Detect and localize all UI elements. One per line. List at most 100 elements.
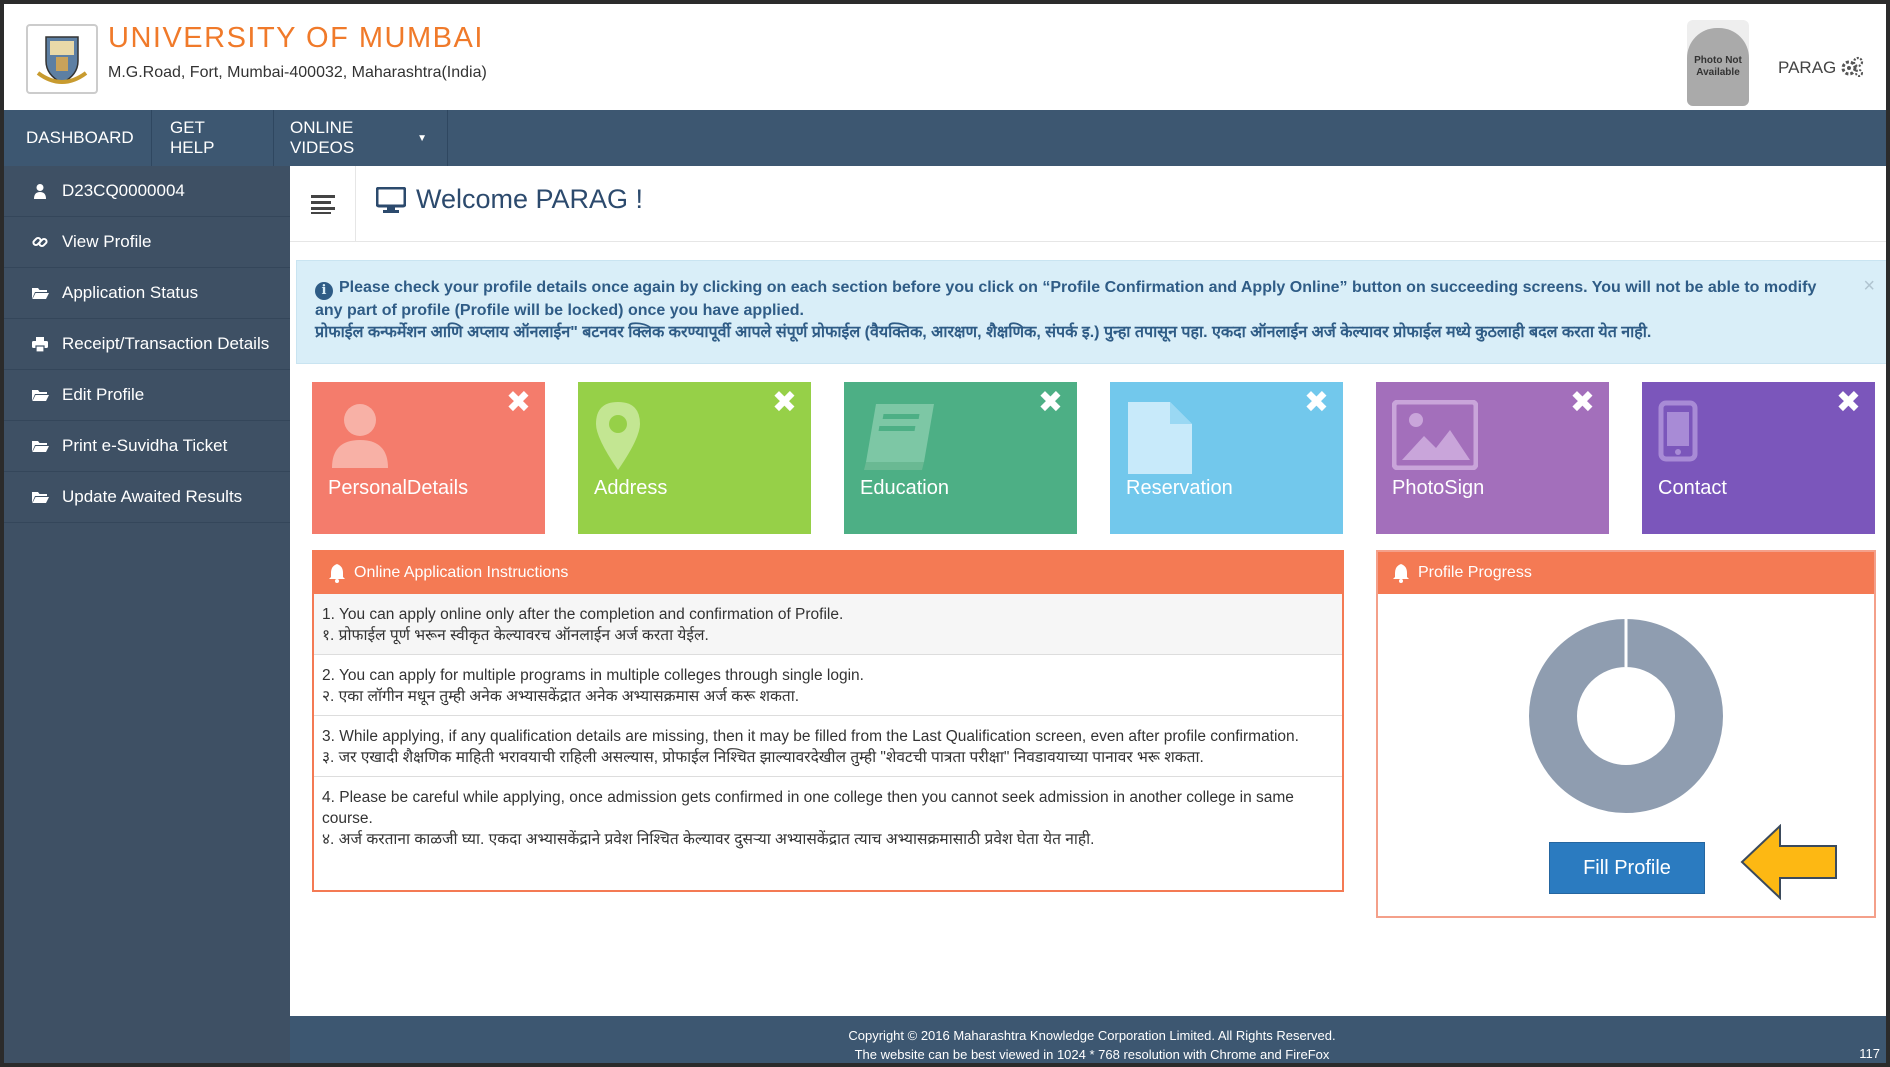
phone-icon — [1658, 400, 1698, 462]
header: UNIVERSITY OF MUMBAI M.G.Road, Fort, Mum… — [4, 4, 1886, 110]
sidebar-item-edit-profile[interactable]: Edit Profile — [4, 370, 290, 421]
folder-icon — [30, 437, 50, 455]
tile-label: PersonalDetails — [328, 477, 469, 499]
university-logo — [26, 24, 98, 94]
profile-check-alert: i Please check your profile details once … — [296, 260, 1886, 364]
footer-copyright: Copyright © 2016 Maharashtra Knowledge C… — [848, 1028, 1336, 1043]
instruction-marathi: ४. अर्ज करताना काळजी घ्या. एकदा अभ्यासके… — [322, 831, 1095, 848]
avatar[interactable]: Photo Not Available — [1687, 20, 1749, 106]
bell-icon — [329, 564, 345, 583]
page-title: Welcome PARAG ! — [376, 184, 643, 215]
nav-online-videos[interactable]: ONLINE VIDEOS ▼ — [274, 110, 448, 166]
profile-progress-title: Profile Progress — [1418, 564, 1532, 581]
folder-icon — [30, 488, 50, 506]
alert-marathi-text: प्रोफाईल कन्फर्मेशन आणि अप्लाय ऑनलाईन" ब… — [315, 323, 1652, 341]
instruction-english: 1. You can apply online only after the c… — [322, 606, 844, 623]
sidebar-item-label: Application Status — [62, 283, 199, 302]
top-navbar: DASHBOARD GET HELP ONLINE VIDEOS ▼ — [4, 110, 1886, 166]
tile-contact[interactable]: ✖ Contact — [1642, 382, 1875, 534]
sidebar-item-label: Update Awaited Results — [62, 487, 243, 506]
map-pin-icon — [596, 402, 640, 470]
sidebar-item-label: Print e-Suvidha Ticket — [62, 436, 228, 455]
book-icon — [864, 404, 934, 470]
page-number: 117 — [1859, 1046, 1880, 1061]
footer-browser-note: The website can be best viewed in 1024 *… — [854, 1047, 1330, 1062]
tile-photosign[interactable]: ✖ PhotoSign — [1376, 382, 1609, 534]
tile-personal-details[interactable]: ✖ PersonalDetails — [312, 382, 545, 534]
sidebar-item-print-esuvidha[interactable]: Print e-Suvidha Ticket — [4, 421, 290, 472]
alert-english-label: Please check your profile details once a… — [315, 279, 1817, 319]
welcome-text: Welcome PARAG ! — [416, 184, 644, 214]
instruction-english: 4. Please be careful while applying, onc… — [322, 789, 1294, 827]
sidebar-item-user-id[interactable]: D23CQ0000004 — [4, 166, 290, 217]
tile-close-icon[interactable]: ✖ — [772, 388, 797, 418]
sidebar: D23CQ0000004 View Profile Application St… — [4, 166, 290, 1063]
instruction-english: 2. You can apply for multiple programs i… — [322, 667, 864, 684]
gears-icon[interactable] — [1840, 56, 1864, 78]
list-item: 1. You can apply online only after the c… — [314, 594, 1342, 655]
instruction-marathi: १. प्रोफाईल पूर्ण भरून स्वीकृत केल्यावरच… — [322, 627, 709, 644]
tile-close-icon[interactable]: ✖ — [1836, 388, 1861, 418]
tile-label: Education — [860, 477, 949, 499]
info-icon: i — [315, 281, 333, 300]
profile-progress-donut — [1529, 619, 1723, 813]
sidebar-item-view-profile[interactable]: View Profile — [4, 217, 290, 268]
app-frame: UNIVERSITY OF MUMBAI M.G.Road, Fort, Mum… — [0, 0, 1890, 1067]
left-arrow-icon — [1740, 824, 1837, 900]
folder-icon — [30, 284, 50, 302]
nav-get-help[interactable]: GET HELP — [152, 110, 274, 166]
image-icon — [1392, 400, 1478, 470]
sidebar-item-label: D23CQ0000004 — [62, 181, 185, 200]
footer: Copyright © 2016 Maharashtra Knowledge C… — [290, 1016, 1886, 1063]
instructions-panel: Online Application Instructions 1. You c… — [312, 550, 1344, 892]
list-item: 4. Please be careful while applying, onc… — [314, 777, 1342, 858]
bell-icon — [1393, 564, 1409, 583]
tile-close-icon[interactable]: ✖ — [506, 388, 531, 418]
instructions-panel-header: Online Application Instructions — [314, 552, 1342, 594]
user-icon — [30, 182, 50, 200]
tile-label: Address — [594, 477, 668, 499]
monitor-icon — [376, 186, 406, 213]
link-icon — [30, 233, 50, 251]
university-address: M.G.Road, Fort, Mumbai-400032, Maharasht… — [108, 64, 487, 81]
fill-profile-button[interactable]: Fill Profile — [1549, 842, 1705, 894]
university-name: UNIVERSITY OF MUMBAI — [108, 22, 484, 54]
caret-down-icon: ▼ — [417, 132, 427, 144]
sidebar-item-label: Edit Profile — [62, 385, 145, 404]
print-icon — [30, 335, 50, 353]
alert-close-button[interactable]: × — [1863, 275, 1875, 298]
nav-get-help-label: GET HELP — [170, 118, 215, 157]
tile-label: Contact — [1658, 477, 1727, 499]
profile-progress-header: Profile Progress — [1378, 552, 1874, 594]
tile-address[interactable]: ✖ Address — [578, 382, 811, 534]
nav-dashboard-label: DASHBOARD — [26, 128, 134, 147]
tile-close-icon[interactable]: ✖ — [1570, 388, 1595, 418]
instruction-marathi: २. एका लॉगीन मधून तुम्ही अनेक अभ्यासकेंद… — [322, 688, 800, 705]
tile-reservation[interactable]: ✖ Reservation — [1110, 382, 1343, 534]
sidebar-item-label: View Profile — [62, 232, 152, 251]
sidebar-item-receipt-transaction[interactable]: Receipt/Transaction Details — [4, 319, 290, 370]
user-name[interactable]: PARAG — [1778, 58, 1836, 78]
instruction-marathi: ३. जर एखादी शैक्षणिक माहिती भरावयाची राह… — [322, 749, 1204, 766]
sidebar-item-update-awaited[interactable]: Update Awaited Results — [4, 472, 290, 523]
sidebar-item-label: Receipt/Transaction Details — [62, 334, 270, 353]
tile-education[interactable]: ✖ Education — [844, 382, 1077, 534]
nav-dashboard[interactable]: DASHBOARD — [4, 110, 152, 166]
person-icon — [332, 404, 388, 468]
tile-close-icon[interactable]: ✖ — [1304, 388, 1329, 418]
tile-label: Reservation — [1126, 477, 1233, 499]
sidebar-toggle-button[interactable] — [290, 166, 356, 242]
sidebar-item-application-status[interactable]: Application Status — [4, 268, 290, 319]
content-header: Welcome PARAG ! — [290, 166, 1886, 242]
list-item: 3. While applying, if any qualification … — [314, 716, 1342, 777]
folder-icon — [30, 386, 50, 404]
menu-icon — [310, 195, 335, 214]
alert-english-text: i Please check your profile details once … — [315, 277, 1847, 321]
list-item: 2. You can apply for multiple programs i… — [314, 655, 1342, 716]
tile-close-icon[interactable]: ✖ — [1038, 388, 1063, 418]
instructions-title: Online Application Instructions — [354, 564, 569, 581]
avatar-placeholder: Photo Not Available — [1687, 28, 1749, 106]
nav-online-videos-label: ONLINE VIDEOS — [290, 118, 355, 157]
document-icon — [1128, 402, 1192, 474]
instruction-english: 3. While applying, if any qualification … — [322, 728, 1299, 745]
